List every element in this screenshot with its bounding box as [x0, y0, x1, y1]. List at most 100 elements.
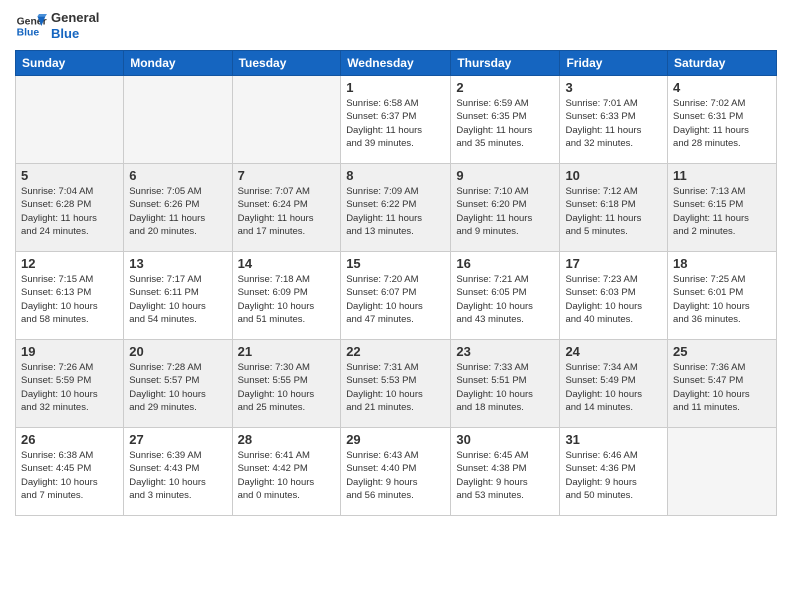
header-tuesday: Tuesday [232, 51, 341, 76]
calendar-cell: 20 Sunrise: 7:28 AM Sunset: 5:57 PM Dayli… [124, 340, 232, 428]
day-number: 12 [21, 256, 118, 271]
day-info: Sunrise: 7:31 AM Sunset: 5:53 PM Dayligh… [346, 361, 445, 414]
calendar-cell: 4Sunrise: 7:02 AM Sunset: 6:31 PM Daylig… [668, 76, 777, 164]
calendar-cell: 30Sunrise: 6:45 AM Sunset: 4:38 PM Dayli… [451, 428, 560, 516]
calendar-week-row: 26Sunrise: 6:38 AM Sunset: 4:45 PM Dayli… [16, 428, 777, 516]
calendar-cell: 16Sunrise: 7:21 AM Sunset: 6:05 PM Dayli… [451, 252, 560, 340]
calendar-cell [124, 76, 232, 164]
calendar-cell: 24 Sunrise: 7:34 AM Sunset: 5:49 PM Dayli… [560, 340, 668, 428]
calendar-cell: 19 Sunrise: 7:26 AM Sunset: 5:59 PM Dayli… [16, 340, 124, 428]
calendar-week-row: 12 Sunrise: 7:15 AM Sunset: 6:13 PM Dayli… [16, 252, 777, 340]
day-number: 10 [565, 168, 662, 183]
header-sunday: Sunday [16, 51, 124, 76]
header-wednesday: Wednesday [341, 51, 451, 76]
day-number: 19 [21, 344, 118, 359]
day-info: Sunrise: 6:59 AM Sunset: 6:35 PM Dayligh… [456, 97, 554, 150]
day-info: Sunrise: 7:15 AM Sunset: 6:13 PM Dayligh… [21, 273, 118, 326]
calendar-table: Sunday Monday Tuesday Wednesday Thursday… [15, 50, 777, 516]
day-info: Sunrise: 7:33 AM Sunset: 5:51 PM Dayligh… [456, 361, 554, 414]
day-info: Sunrise: 7:20 AM Sunset: 6:07 PM Dayligh… [346, 273, 445, 326]
day-number: 23 [456, 344, 554, 359]
day-number: 24 [565, 344, 662, 359]
day-info: Sunrise: 7:23 AM Sunset: 6:03 PM Dayligh… [565, 273, 662, 326]
day-number: 6 [129, 168, 226, 183]
svg-text:Blue: Blue [17, 28, 40, 39]
calendar-cell: 15 Sunrise: 7:20 AM Sunset: 6:07 PM Dayli… [341, 252, 451, 340]
day-info: Sunrise: 6:46 AM Sunset: 4:36 PM Dayligh… [565, 449, 662, 502]
calendar-cell: 5Sunrise: 7:04 AM Sunset: 6:28 PM Daylig… [16, 164, 124, 252]
day-info: Sunrise: 7:21 AM Sunset: 6:05 PM Dayligh… [456, 273, 554, 326]
calendar-cell: 18Sunrise: 7:25 AM Sunset: 6:01 PM Dayli… [668, 252, 777, 340]
calendar-cell [16, 76, 124, 164]
day-number: 26 [21, 432, 118, 447]
calendar-cell: 12 Sunrise: 7:15 AM Sunset: 6:13 PM Dayli… [16, 252, 124, 340]
calendar-cell: 17 Sunrise: 7:23 AM Sunset: 6:03 PM Dayli… [560, 252, 668, 340]
day-number: 14 [238, 256, 336, 271]
day-info: Sunrise: 7:04 AM Sunset: 6:28 PM Dayligh… [21, 185, 118, 238]
day-number: 7 [238, 168, 336, 183]
logo: General Blue General Blue [15, 10, 99, 42]
day-number: 11 [673, 168, 771, 183]
calendar-cell: 25 Sunrise: 7:36 AM Sunset: 5:47 PM Dayli… [668, 340, 777, 428]
calendar-week-row: 1Sunrise: 6:58 AM Sunset: 6:37 PM Daylig… [16, 76, 777, 164]
logo-icon: General Blue [15, 10, 47, 42]
day-info: Sunrise: 7:18 AM Sunset: 6:09 PM Dayligh… [238, 273, 336, 326]
day-number: 4 [673, 80, 771, 95]
day-number: 28 [238, 432, 336, 447]
day-info: Sunrise: 7:34 AM Sunset: 5:49 PM Dayligh… [565, 361, 662, 414]
calendar-cell: 27 Sunrise: 6:39 AM Sunset: 4:43 PM Dayli… [124, 428, 232, 516]
day-info: Sunrise: 7:10 AM Sunset: 6:20 PM Dayligh… [456, 185, 554, 238]
day-number: 21 [238, 344, 336, 359]
logo-blue: Blue [51, 26, 79, 41]
day-number: 17 [565, 256, 662, 271]
day-number: 3 [565, 80, 662, 95]
calendar-cell: 11 Sunrise: 7:13 AM Sunset: 6:15 PM Dayli… [668, 164, 777, 252]
day-number: 9 [456, 168, 554, 183]
day-number: 20 [129, 344, 226, 359]
calendar-cell: 22Sunrise: 7:31 AM Sunset: 5:53 PM Dayli… [341, 340, 451, 428]
calendar-cell: 7Sunrise: 7:07 AM Sunset: 6:24 PM Daylig… [232, 164, 341, 252]
logo-general: General [51, 10, 99, 25]
day-info: Sunrise: 6:58 AM Sunset: 6:37 PM Dayligh… [346, 97, 445, 150]
day-info: Sunrise: 7:26 AM Sunset: 5:59 PM Dayligh… [21, 361, 118, 414]
day-info: Sunrise: 6:43 AM Sunset: 4:40 PM Dayligh… [346, 449, 445, 502]
day-info: Sunrise: 7:01 AM Sunset: 6:33 PM Dayligh… [565, 97, 662, 150]
day-number: 18 [673, 256, 771, 271]
calendar-cell: 14 Sunrise: 7:18 AM Sunset: 6:09 PM Dayli… [232, 252, 341, 340]
header: General Blue General Blue [15, 10, 777, 42]
calendar-week-row: 5Sunrise: 7:04 AM Sunset: 6:28 PM Daylig… [16, 164, 777, 252]
day-number: 15 [346, 256, 445, 271]
calendar-cell: 1Sunrise: 6:58 AM Sunset: 6:37 PM Daylig… [341, 76, 451, 164]
day-number: 29 [346, 432, 445, 447]
day-info: Sunrise: 7:36 AM Sunset: 5:47 PM Dayligh… [673, 361, 771, 414]
day-info: Sunrise: 7:09 AM Sunset: 6:22 PM Dayligh… [346, 185, 445, 238]
calendar-cell: 6Sunrise: 7:05 AM Sunset: 6:26 PM Daylig… [124, 164, 232, 252]
day-info: Sunrise: 7:28 AM Sunset: 5:57 PM Dayligh… [129, 361, 226, 414]
day-number: 27 [129, 432, 226, 447]
day-info: Sunrise: 7:12 AM Sunset: 6:18 PM Dayligh… [565, 185, 662, 238]
day-info: Sunrise: 6:39 AM Sunset: 4:43 PM Dayligh… [129, 449, 226, 502]
day-number: 25 [673, 344, 771, 359]
calendar-cell: 23 Sunrise: 7:33 AM Sunset: 5:51 PM Dayli… [451, 340, 560, 428]
calendar-cell: 21Sunrise: 7:30 AM Sunset: 5:55 PM Dayli… [232, 340, 341, 428]
page: General Blue General Blue Sunday [0, 0, 792, 612]
day-number: 8 [346, 168, 445, 183]
calendar-cell [232, 76, 341, 164]
weekday-header-row: Sunday Monday Tuesday Wednesday Thursday… [16, 51, 777, 76]
day-info: Sunrise: 7:17 AM Sunset: 6:11 PM Dayligh… [129, 273, 226, 326]
header-friday: Friday [560, 51, 668, 76]
header-monday: Monday [124, 51, 232, 76]
day-number: 2 [456, 80, 554, 95]
calendar-cell [668, 428, 777, 516]
calendar-week-row: 19 Sunrise: 7:26 AM Sunset: 5:59 PM Dayli… [16, 340, 777, 428]
day-info: Sunrise: 7:13 AM Sunset: 6:15 PM Dayligh… [673, 185, 771, 238]
day-number: 13 [129, 256, 226, 271]
day-info: Sunrise: 6:45 AM Sunset: 4:38 PM Dayligh… [456, 449, 554, 502]
calendar-cell: 9 Sunrise: 7:10 AM Sunset: 6:20 PM Daylig… [451, 164, 560, 252]
calendar-cell: 26Sunrise: 6:38 AM Sunset: 4:45 PM Dayli… [16, 428, 124, 516]
calendar-cell: 3 Sunrise: 7:01 AM Sunset: 6:33 PM Daylig… [560, 76, 668, 164]
calendar-cell: 29 Sunrise: 6:43 AM Sunset: 4:40 PM Dayli… [341, 428, 451, 516]
day-info: Sunrise: 6:41 AM Sunset: 4:42 PM Dayligh… [238, 449, 336, 502]
calendar-cell: 31Sunrise: 6:46 AM Sunset: 4:36 PM Dayli… [560, 428, 668, 516]
calendar-cell: 10 Sunrise: 7:12 AM Sunset: 6:18 PM Dayli… [560, 164, 668, 252]
